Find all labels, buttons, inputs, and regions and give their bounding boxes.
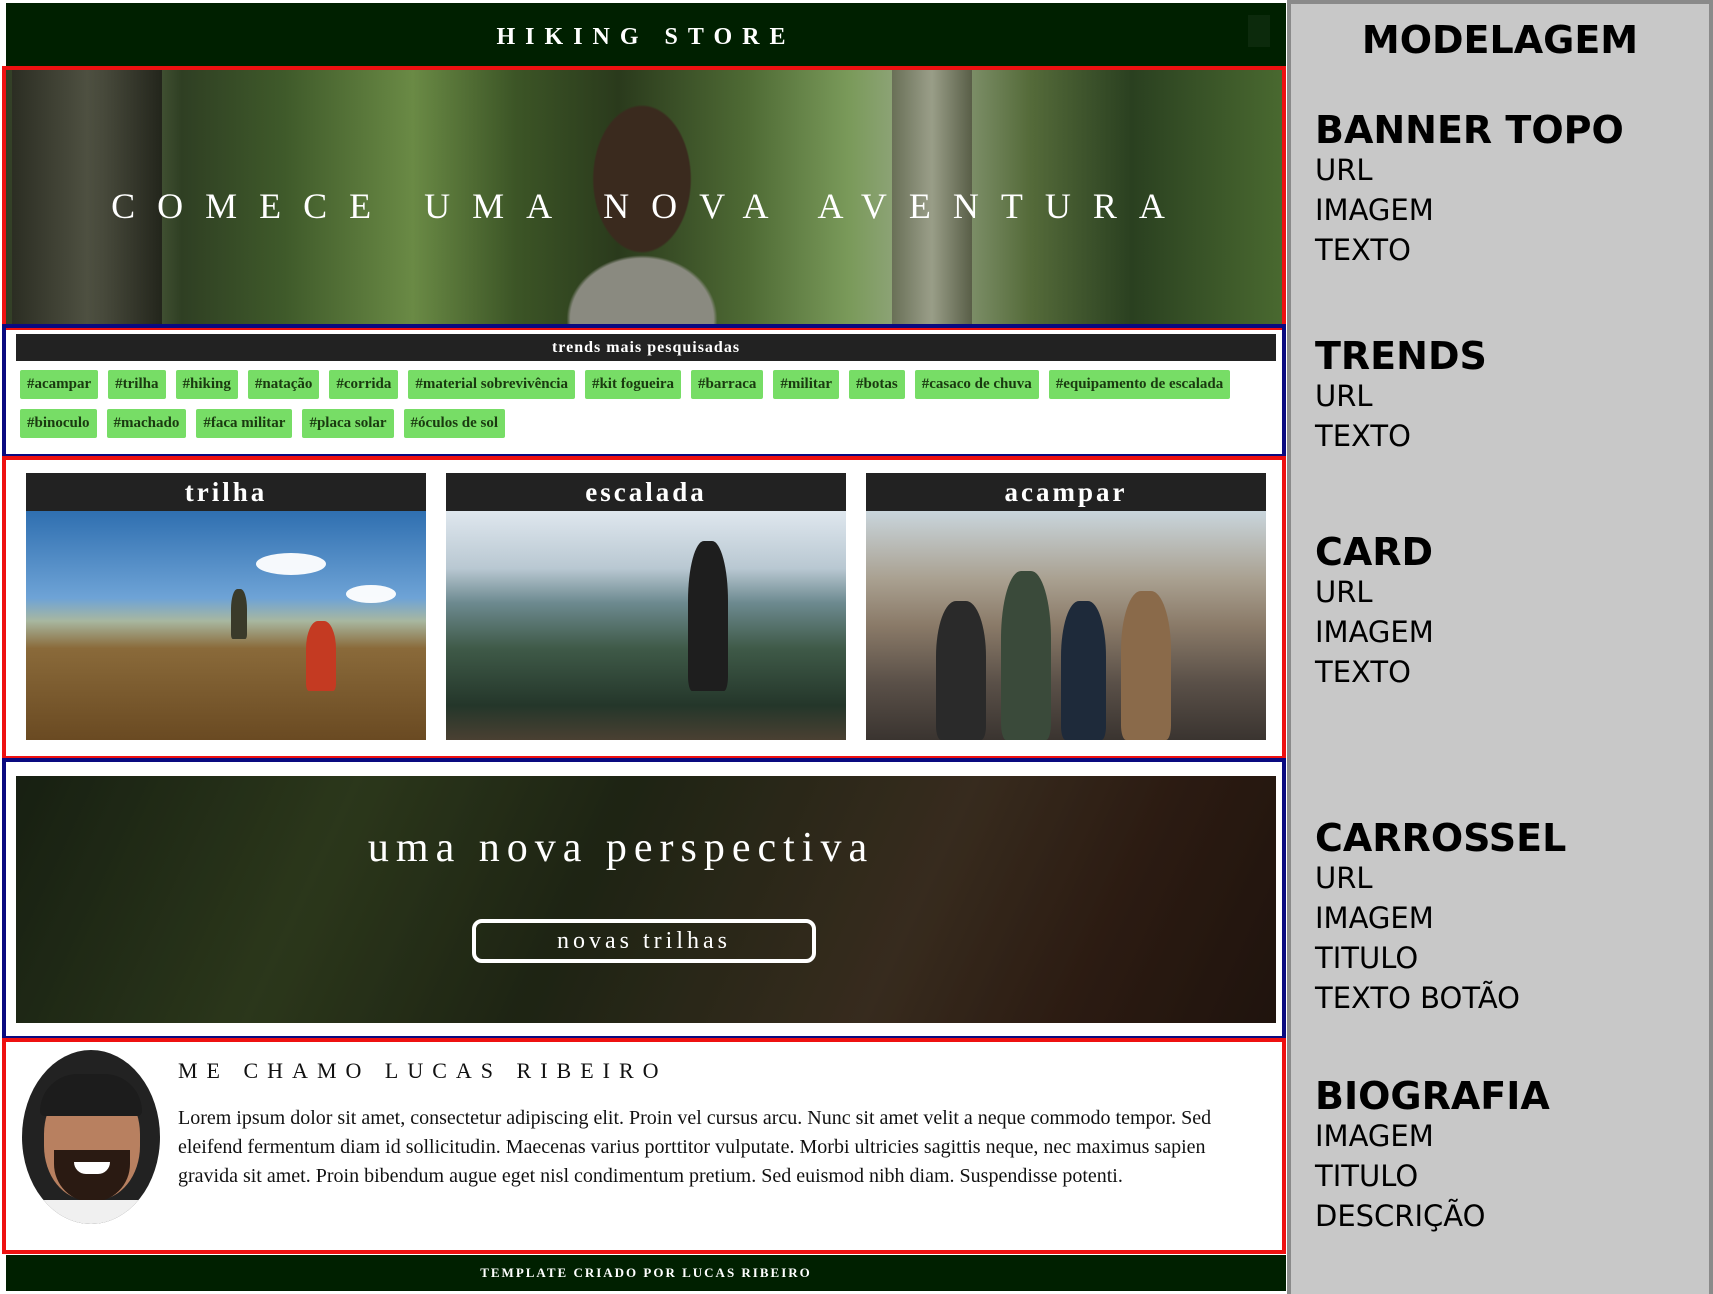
section-trends: TRENDS URL TEXTO [1315,336,1487,456]
site-header: HIKING STORE [6,3,1286,71]
footer-text: TEMPLATE CRIADO POR LUCAS RIBEIRO [480,1265,812,1280]
section-biografia: BIOGRAFIA IMAGEM TITULO DESCRIÇÃO [1315,1076,1550,1236]
panel-title: MODELAGEM [1361,18,1639,62]
section-field: URL [1315,153,1373,187]
section-field: TEXTO [1315,655,1411,689]
section-field: TITULO [1315,941,1419,975]
carousel-outline [2,758,1286,1040]
modelagem-panel: MODELAGEM BANNER TOPO URL IMAGEM TEXTO T… [1287,0,1713,1294]
section-head: BANNER TOPO [1315,108,1624,152]
section-carrossel: CARROSSEL URL IMAGEM TITULO TEXTO BOTÃO [1315,818,1566,1018]
section-field: URL [1315,379,1373,413]
section-head: TRENDS [1315,334,1487,378]
section-field: DESCRIÇÃO [1315,1199,1486,1233]
section-head: BIOGRAFIA [1315,1074,1550,1118]
trends-outline [2,324,1286,458]
section-field: TEXTO BOTÃO [1315,981,1520,1015]
section-field: IMAGEM [1315,901,1434,935]
section-field: IMAGEM [1315,193,1434,227]
site-title[interactable]: HIKING STORE [497,24,796,51]
banner-outline [2,66,1286,330]
section-field: IMAGEM [1315,1119,1434,1153]
header-menu-icon[interactable] [1248,15,1270,47]
section-banner-topo: BANNER TOPO URL IMAGEM TEXTO [1315,110,1624,270]
section-field: TEXTO [1315,419,1411,453]
cards-outline [2,456,1286,760]
section-field: TEXTO [1315,233,1411,267]
section-field: IMAGEM [1315,615,1434,649]
section-card: CARD URL IMAGEM TEXTO [1315,532,1434,692]
section-field: URL [1315,861,1373,895]
section-field: TITULO [1315,1159,1419,1193]
section-head: CARD [1315,530,1434,574]
bio-outline [2,1038,1286,1254]
site-footer: TEMPLATE CRIADO POR LUCAS RIBEIRO [6,1255,1286,1291]
section-field: URL [1315,575,1373,609]
section-head: CARROSSEL [1315,816,1567,860]
website-mockup: HIKING STORE COMECE UMA NOVA AVENTURA tr… [0,0,1286,1294]
